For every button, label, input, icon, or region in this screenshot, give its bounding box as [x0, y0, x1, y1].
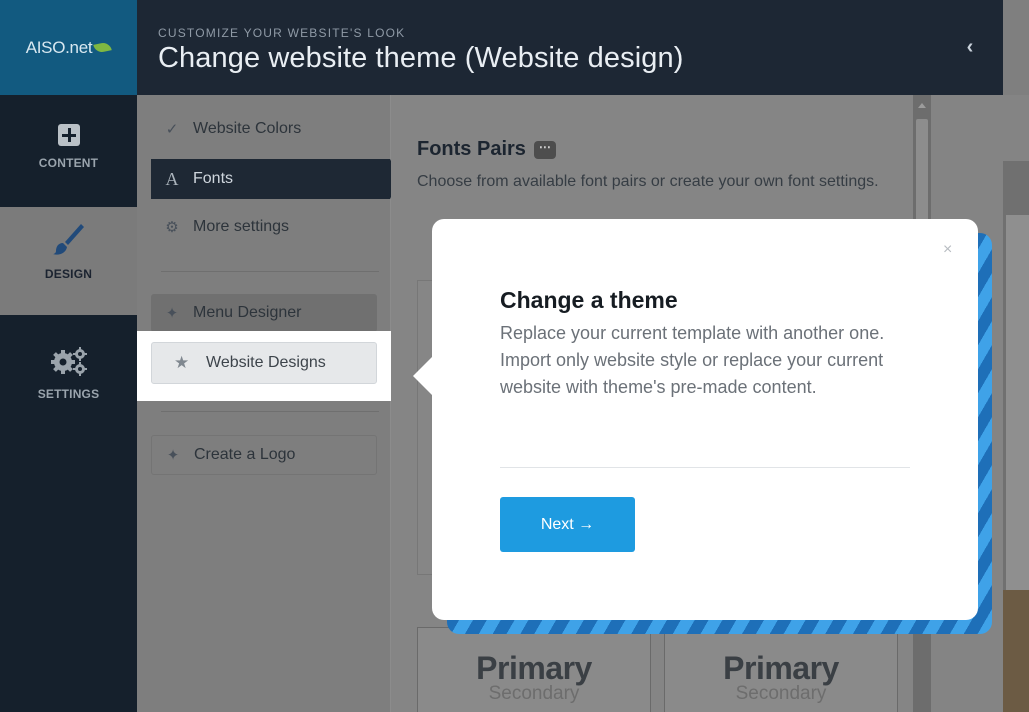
divider	[161, 411, 379, 412]
nav-item-label: SETTINGS	[37, 387, 100, 401]
submenu-label: Website Designs	[206, 354, 326, 371]
section-description: Choose from available font pairs or crea…	[417, 173, 879, 190]
more-options-icon[interactable]: ⋯	[533, 140, 556, 159]
submenu-label: Fonts	[193, 170, 234, 187]
submenu-website-colors[interactable]: ✓ Website Colors	[151, 111, 301, 147]
top-header: AISO.net CUSTOMIZE YOUR WEBSITE'S LOOK C…	[0, 0, 1029, 95]
font-secondary-sample: Secondary	[735, 683, 827, 704]
popover-arrow	[413, 356, 433, 396]
plus-square-icon	[57, 124, 80, 146]
header-title-area: CUSTOMIZE YOUR WEBSITE'S LOOK Change web…	[137, 0, 937, 95]
submenu-create-logo[interactable]: ✦ Create a Logo	[151, 435, 377, 475]
font-pair-card[interactable]: Primary Secondary	[417, 627, 651, 712]
nav-item-content[interactable]: CONTENT	[0, 120, 137, 205]
star-icon: ★	[174, 353, 190, 372]
scroll-up-arrow-icon[interactable]	[918, 103, 926, 108]
font-primary-sample: Primary	[723, 650, 839, 686]
nav-item-settings[interactable]: SETTINGS	[0, 335, 137, 425]
header-subtitle: CUSTOMIZE YOUR WEBSITE'S LOOK	[158, 26, 406, 40]
divider	[161, 271, 379, 272]
section-title-text: Fonts Pairs	[417, 138, 526, 160]
font-primary-sample: Primary	[476, 650, 592, 686]
brush-icon: ✓	[165, 121, 179, 138]
nav-item-design[interactable]: DESIGN	[0, 207, 137, 315]
collapse-panel-button[interactable]: ‹	[937, 0, 1003, 95]
popover-title: Change a theme	[500, 287, 678, 313]
logo-text: AISO.net	[25, 37, 93, 57]
submenu-menu-designer[interactable]: ✦ Menu Designer	[151, 294, 377, 332]
chevron-left-icon: ‹	[966, 36, 974, 58]
submenu-fonts[interactable]: A Fonts	[151, 159, 400, 199]
design-submenu: ✓ Website Colors A Fonts ⚙ More settings…	[137, 95, 400, 712]
paintbrush-icon	[52, 224, 84, 255]
preview-image	[1003, 590, 1029, 712]
next-button[interactable]: Next →	[500, 497, 635, 552]
divider	[500, 467, 910, 468]
main-nav: CONTENT DESIGN SETTINGS	[0, 95, 137, 712]
font-pair-card[interactable]: Primary Secondary	[664, 627, 898, 712]
gears-icon: ⚙	[165, 219, 179, 236]
leaf-icon	[93, 41, 113, 54]
font-secondary-sample: Secondary	[488, 683, 580, 704]
submenu-label: Menu Designer	[193, 304, 302, 321]
submenu-label: More settings	[193, 218, 290, 235]
submenu-more-settings[interactable]: ⚙ More settings	[151, 209, 289, 245]
font-icon: A	[165, 168, 179, 189]
popover-text: Replace your current template with anoth…	[500, 323, 885, 397]
magic-wand-icon: ✦	[165, 305, 179, 322]
submenu-website-designs[interactable]: ★ Website Designs	[151, 342, 377, 384]
nav-item-label: DESIGN	[44, 267, 93, 281]
submenu-label: Create a Logo	[194, 446, 296, 463]
nav-item-label: CONTENT	[38, 156, 99, 170]
tour-popover: × Change a theme Replace your current te…	[432, 219, 978, 620]
logo[interactable]: AISO.net	[0, 0, 137, 95]
magic-wand-icon: ✦	[166, 447, 180, 464]
page-title: Change website theme (Website design)	[158, 42, 684, 74]
submenu-label: Website Colors	[193, 120, 302, 137]
gears-icon	[50, 347, 87, 376]
section-title: Fonts Pairs ⋯	[417, 138, 556, 161]
close-icon[interactable]: ×	[943, 241, 952, 259]
